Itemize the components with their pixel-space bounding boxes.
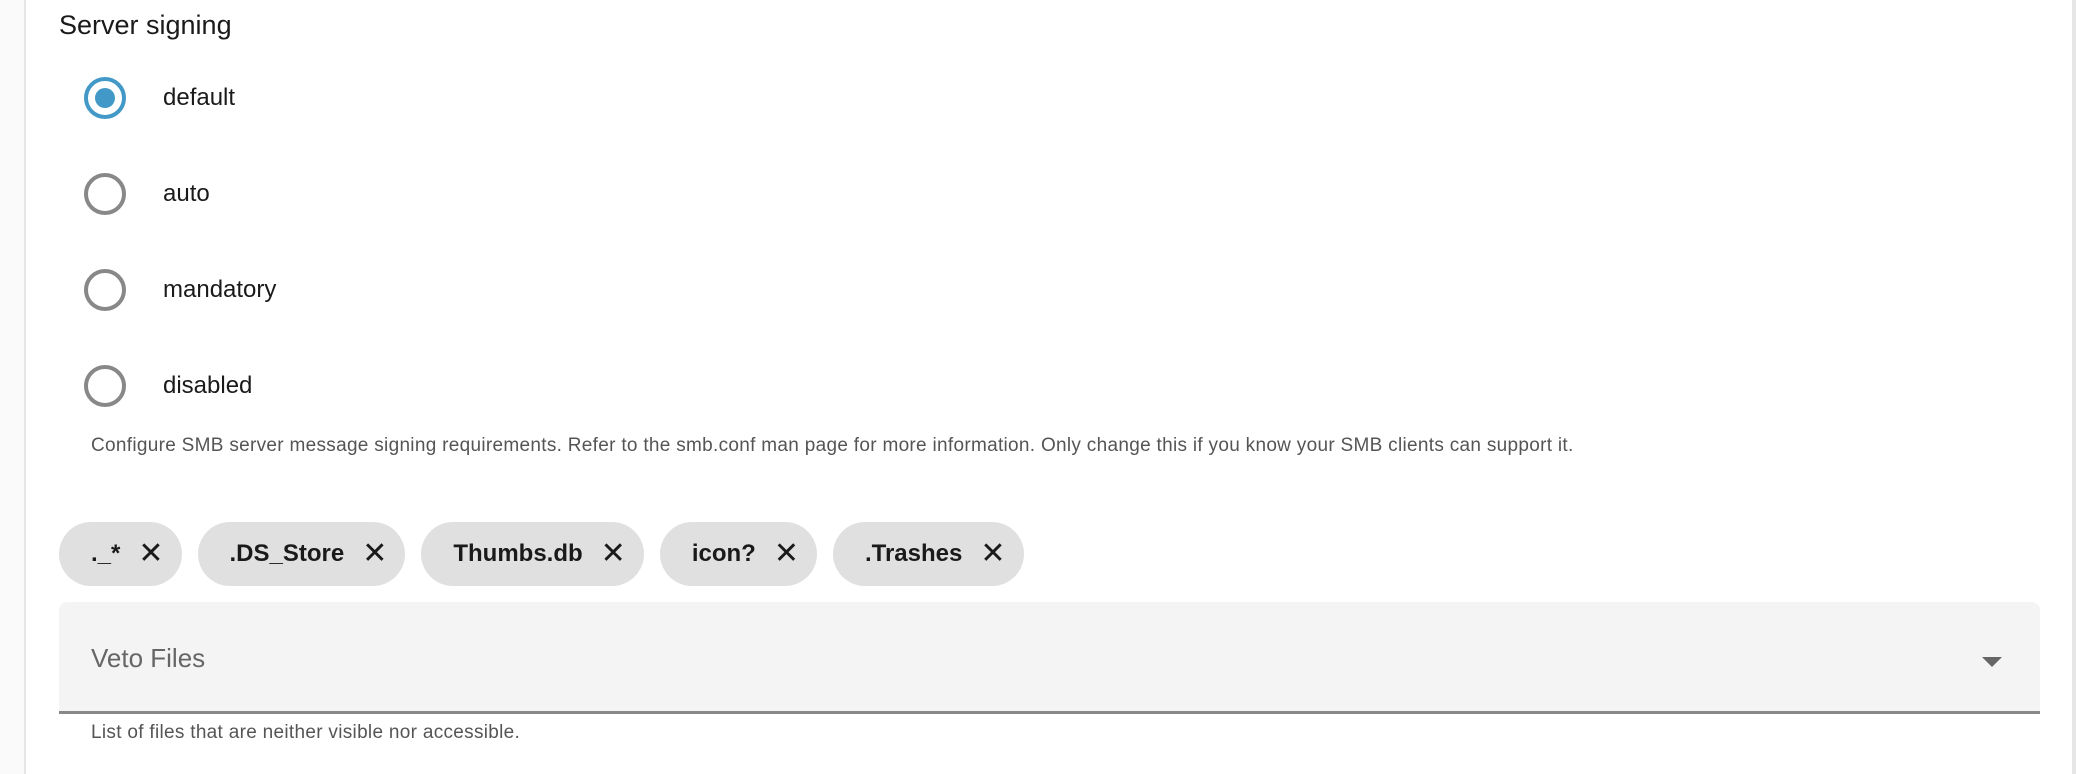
chip-label: .Trashes xyxy=(864,540,963,567)
radio-label: mandatory xyxy=(163,276,277,303)
chip-label: ._* xyxy=(91,540,121,567)
dropdown-arrow-icon xyxy=(1982,657,2002,667)
veto-chip: .DS_Store ✕ xyxy=(197,522,406,586)
radio-default[interactable]: default xyxy=(84,77,235,119)
radio-unchecked-icon xyxy=(84,365,126,407)
close-icon[interactable]: ✕ xyxy=(774,539,799,569)
radio-unchecked-icon xyxy=(84,173,126,215)
section-title: Server signing xyxy=(59,10,232,40)
veto-chip: ._* ✕ xyxy=(59,522,182,586)
close-icon[interactable]: ✕ xyxy=(138,539,163,569)
radio-unchecked-icon xyxy=(84,269,126,311)
radio-auto[interactable]: auto xyxy=(84,173,210,215)
close-icon[interactable]: ✕ xyxy=(601,539,626,569)
scrollbar[interactable] xyxy=(2072,0,2076,774)
chip-label: .DS_Store xyxy=(229,540,345,567)
veto-files-hint: List of files that are neither visible n… xyxy=(91,722,521,743)
signing-hint: Configure SMB server message signing req… xyxy=(91,435,1574,456)
radio-label: auto xyxy=(163,180,210,207)
veto-chip: icon? ✕ xyxy=(659,522,817,586)
veto-files-select[interactable]: Veto Files xyxy=(59,602,2040,714)
chip-label: Thumbs.db xyxy=(453,540,583,567)
left-panel-border xyxy=(0,0,26,774)
veto-chip: Thumbs.db ✕ xyxy=(421,522,644,586)
radio-checked-icon xyxy=(84,77,126,119)
chip-label: icon? xyxy=(691,540,756,567)
veto-chip-list: ._* ✕ .DS_Store ✕ Thumbs.db ✕ icon? ✕ .Trash… xyxy=(59,522,1024,586)
radio-label: default xyxy=(163,84,236,111)
close-icon[interactable]: ✕ xyxy=(362,539,387,569)
radio-mandatory[interactable]: mandatory xyxy=(84,269,276,311)
radio-label: disabled xyxy=(163,372,253,399)
veto-chip: .Trashes ✕ xyxy=(832,522,1024,586)
veto-files-label: Veto Files xyxy=(91,643,206,673)
radio-disabled[interactable]: disabled xyxy=(84,365,252,407)
close-icon[interactable]: ✕ xyxy=(980,539,1005,569)
